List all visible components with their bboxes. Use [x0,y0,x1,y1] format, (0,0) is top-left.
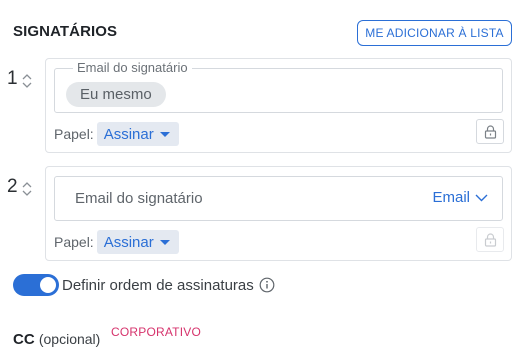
signing-order-toggle[interactable] [13,274,59,296]
email-field[interactable]: Email do signatário Eu mesmo [54,60,503,113]
email-chip[interactable]: Eu mesmo [66,82,166,107]
role-line: Papel: Assinar [54,230,179,254]
email-placeholder: Email do signatário [75,190,203,207]
cc-title: CC [13,331,35,348]
lock-button[interactable] [476,227,504,252]
info-icon[interactable] [259,277,275,293]
signer-card: Email do signatário Eu mesmo Papel: Assi… [45,58,512,153]
email-field[interactable]: Email do signatário Email [54,176,503,221]
role-select[interactable]: Assinar [96,230,179,254]
reorder-icon[interactable] [21,181,33,197]
cc-optional: (opcional) [38,331,101,347]
signer-row: 2 Email do signatário Email Papel: Assin… [7,166,512,261]
order-toggle-row: Definir ordem de assinaturas [13,273,275,297]
corporate-badge: CORPORATIVO [111,325,201,339]
email-type-select[interactable]: Email [432,189,488,206]
role-select-value: Assinar [103,125,154,143]
role-select-value: Assinar [103,233,154,251]
role-label: Papel: [54,234,94,250]
role-select[interactable]: Assinar [96,122,179,146]
role-line: Papel: Assinar [54,122,179,146]
cc-label: CC (opcional) [13,331,100,348]
signers-header: SIGNATÁRIOS ME ADICIONAR À LISTA [13,20,512,46]
caret-down-icon [159,239,170,245]
email-field-label: Email do signatário [73,60,192,75]
lock-button[interactable] [476,119,504,144]
email-type-value: Email [432,189,470,206]
signer-row: 1 Email do signatário Eu mesmo Papel: As… [7,58,512,153]
role-label: Papel: [54,126,94,142]
section-title: SIGNATÁRIOS [13,23,118,40]
reorder-icon[interactable] [21,73,33,89]
add-me-button[interactable]: ME ADICIONAR À LISTA [357,20,512,46]
signer-card: Email do signatário Email Papel: Assinar [45,166,512,261]
caret-down-icon [159,131,170,137]
signer-order-number: 1 [7,68,18,89]
signing-order-label: Definir ordem de assinaturas [62,276,254,294]
lock-icon [484,124,496,139]
chevron-down-icon [475,194,488,201]
toggle-knob [40,277,56,293]
signer-order-number: 2 [7,176,18,197]
lock-icon [484,232,496,247]
